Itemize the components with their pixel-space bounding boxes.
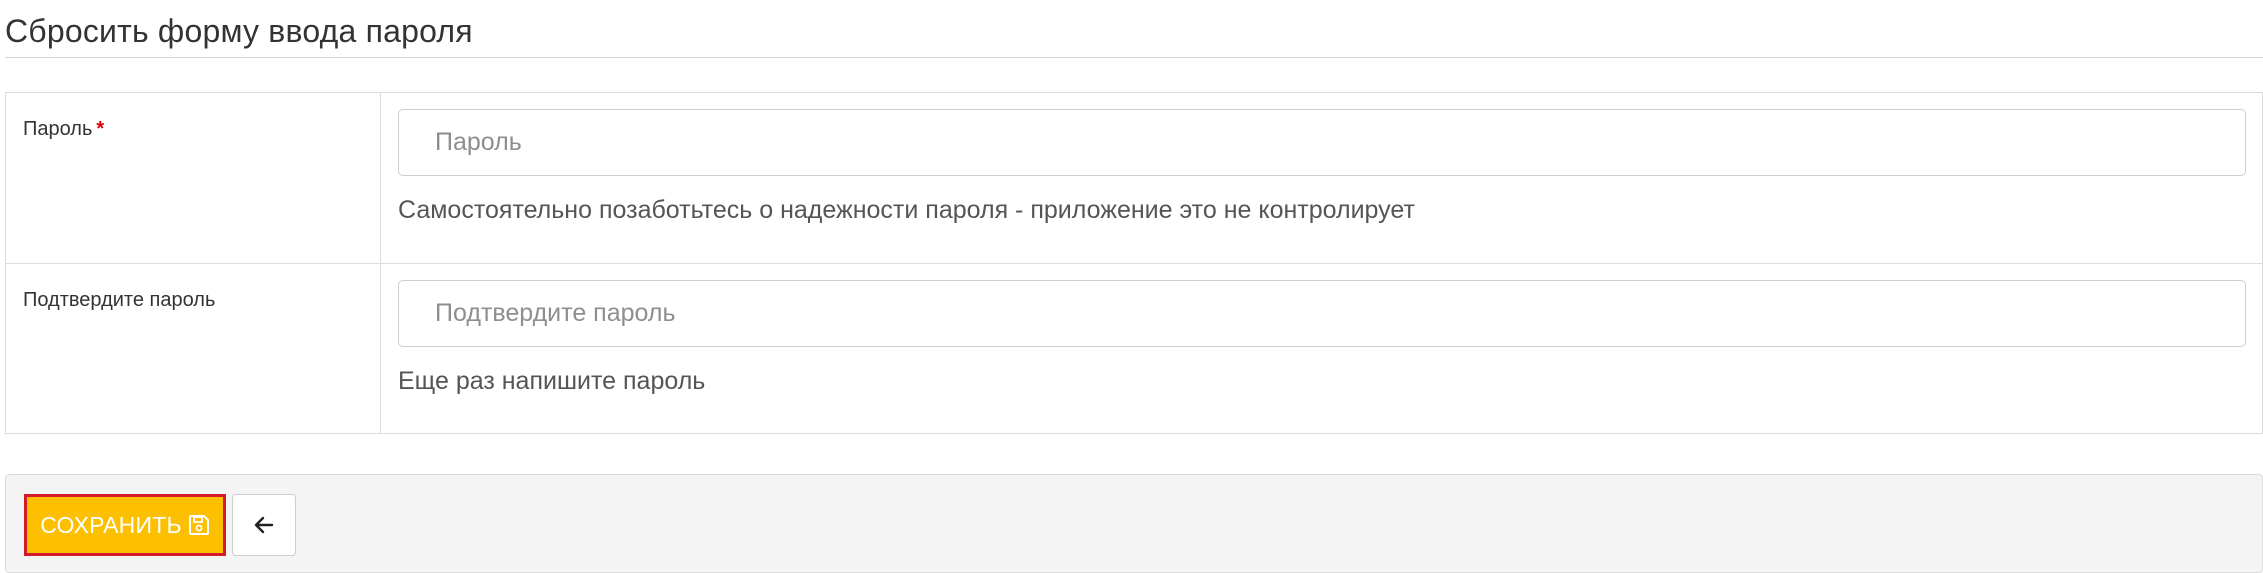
password-input[interactable] — [398, 109, 2246, 176]
floppy-disk-icon — [188, 514, 210, 536]
password-label: Пароль — [23, 118, 93, 140]
confirm-password-label: Подтвердите пароль — [23, 289, 216, 311]
form-row-password: Пароль * Самостоятельно позаботьтесь о на… — [6, 93, 2262, 264]
password-field-cell: Самостоятельно позаботьтесь о надежности… — [381, 93, 2262, 263]
save-button[interactable]: СОХРАНИТЬ — [24, 494, 226, 556]
page: Сбросить форму ввода пароля Пароль * Само… — [0, 0, 2263, 573]
confirm-password-help-text: Еще раз напишите пароль — [398, 367, 706, 395]
required-marker: * — [96, 118, 105, 140]
page-title: Сбросить форму ввода пароля — [5, 13, 473, 49]
arrow-left-icon — [252, 513, 276, 537]
back-button[interactable] — [232, 494, 296, 556]
password-help-text: Самостоятельно позаботьтесь о надежности… — [398, 196, 1415, 224]
password-form: Пароль * Самостоятельно позаботьтесь о на… — [5, 92, 2263, 434]
save-button-label: СОХРАНИТЬ — [40, 511, 182, 538]
form-actions-bar: СОХРАНИТЬ — [5, 474, 2263, 573]
confirm-password-label-cell: Подтвердите пароль — [6, 264, 381, 433]
confirm-password-input[interactable] — [398, 280, 2246, 347]
confirm-password-field-cell: Еще раз напишите пароль — [381, 264, 2262, 433]
title-divider — [5, 57, 2263, 58]
password-label-cell: Пароль * — [6, 93, 381, 263]
form-row-confirm-password: Подтвердите пароль Еще раз напишите паро… — [6, 264, 2262, 433]
